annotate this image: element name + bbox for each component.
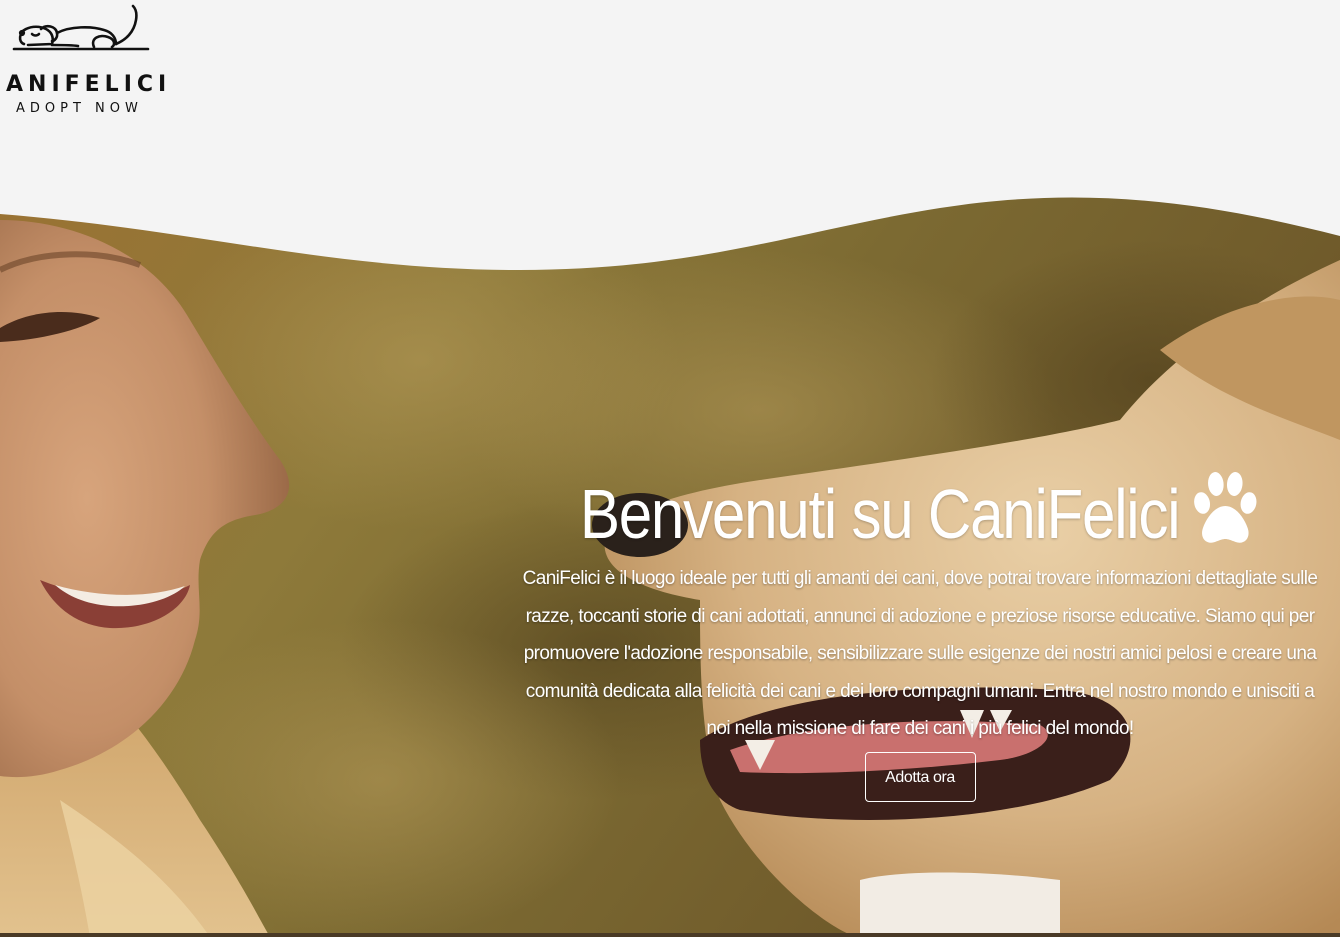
hero-content: Benvenuti su CaniFelici CaniFelici è il … xyxy=(515,470,1325,802)
adopt-now-button[interactable]: Adotta ora xyxy=(864,751,976,802)
paw-icon xyxy=(1194,472,1257,543)
hero-description: CaniFelici è il luogo ideale per tutti g… xyxy=(522,568,1318,740)
hero-title: Benvenuti su CaniFelici xyxy=(572,470,1269,556)
site-logo[interactable]: ANIFELICI ADOPT NOW xyxy=(4,2,184,120)
page: ANIFELICI ADOPT NOW Benvenuti su CaniFel… xyxy=(0,0,1340,937)
brand-name: ANIFELICI xyxy=(6,72,172,97)
brand-tagline: ADOPT NOW xyxy=(16,101,143,116)
hero-title-text: Benvenuti su CaniFelici xyxy=(579,475,1181,553)
hero-section: Benvenuti su CaniFelici CaniFelici è il … xyxy=(0,180,1340,937)
sleeping-dog-icon xyxy=(12,4,150,51)
